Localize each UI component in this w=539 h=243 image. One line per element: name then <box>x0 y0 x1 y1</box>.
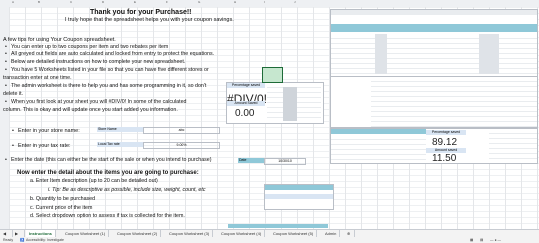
percentage-saved-label: Percentage saved <box>227 83 265 88</box>
preview-greyed-col <box>479 34 499 74</box>
tip-item-continued: delete it. <box>3 91 24 97</box>
worksheet-preview-top <box>330 9 538 77</box>
totals-rows <box>331 135 426 162</box>
summary-list <box>489 129 537 162</box>
tip-item: Below are detailed instructions on how t… <box>5 59 185 65</box>
item-example-row <box>265 194 333 199</box>
store-name-step: Enter in your store name: <box>12 128 80 134</box>
col-letter: B <box>38 0 41 4</box>
tab-coupon-worksheet-1[interactable]: Coupon Worksheet (1) <box>62 230 110 237</box>
preview-col-headers <box>331 24 537 32</box>
tip-item: The admin worksheet is there to help you… <box>5 83 206 89</box>
example-table-greyed-column <box>283 87 297 121</box>
tab-coupon-worksheet-5[interactable]: Coupon Worksheet (5) <box>270 230 318 237</box>
tax-rate-label: Local Tax rate <box>97 142 144 147</box>
date-step: Enter the date (this can either be the s… <box>5 157 212 163</box>
tab-coupon-worksheet-3[interactable]: Coupon Worksheet (3) <box>166 230 214 237</box>
col-letter: A <box>12 0 15 4</box>
items-step: b. Quantity to be purchased <box>30 196 96 202</box>
amount-saved-label: Amount Saved <box>227 101 265 106</box>
add-sheet-icon[interactable]: ⊕ <box>344 230 355 237</box>
date-label: Date <box>238 158 265 163</box>
totals-header <box>331 129 426 134</box>
col-letter: C <box>70 0 73 4</box>
accessibility-status[interactable]: Accessibility: Investigate <box>26 237 64 243</box>
tip-item: You have 5 Worksheets listed in your fil… <box>5 67 209 73</box>
item-example-header <box>265 185 333 190</box>
items-tip: i. Tip: Be as descriptive as possible, i… <box>48 187 206 193</box>
right-percentage-value: 89.12 <box>432 137 458 148</box>
preview-greyed-col <box>375 34 387 74</box>
accessibility-icon[interactable]: ♿ <box>20 237 24 243</box>
status-ready: Ready <box>3 238 14 242</box>
page-title: Thank you for your Purchase!! <box>90 9 192 16</box>
col-letter: D <box>102 0 105 4</box>
tips-intro: A few tips for using Your Coupon spreads… <box>3 37 116 43</box>
tab-coupon-worksheet-2[interactable]: Coupon Worksheet (2) <box>114 230 162 237</box>
tab-coupon-worksheet-4[interactable]: Coupon Worksheet (4) <box>218 230 266 237</box>
preview-rows-mid <box>371 77 537 127</box>
amount-saved-value: 0.00 <box>235 108 255 119</box>
tip-item: All greyed out fields are auto calculate… <box>5 51 214 57</box>
right-amount-value: 11.50 <box>432 153 457 164</box>
tip-item: When you first look at your sheet you wi… <box>5 99 187 105</box>
worksheet-preview-mid <box>330 76 538 128</box>
items-step: d. Select dropdown option to assess if t… <box>30 213 185 219</box>
col-letter: E <box>134 0 137 4</box>
items-step: a. Enter Item description (up to 20 can … <box>30 178 158 184</box>
tip-item-continued: column. This is okay and will update onc… <box>3 107 178 113</box>
preview-rows <box>331 34 537 74</box>
view-layout-icon[interactable]: ▤ <box>480 237 483 243</box>
item-example-table <box>264 184 334 210</box>
tab-admin[interactable]: Admin <box>322 230 341 237</box>
bottom-band <box>228 224 328 228</box>
preview-header <box>331 10 537 15</box>
tip-item: You can enter up to two coupons per item… <box>5 44 168 50</box>
zoom-slider[interactable]: — ● — <box>490 237 501 243</box>
items-heading: Now enter the detail about the items you… <box>17 170 199 176</box>
col-letter: H <box>234 0 237 4</box>
store-name-input[interactable]: abc <box>143 127 220 134</box>
right-percentage-label: Percentage saved <box>426 130 466 135</box>
store-name-label: Store Name <box>97 127 144 132</box>
col-letter: F <box>166 0 168 4</box>
status-bar: Ready ♿ Accessibility: Investigate ▦ ▤ —… <box>0 237 539 243</box>
tip-item-continued: transaction enter at one time. <box>3 75 72 81</box>
selected-cell-highlight[interactable] <box>262 67 283 83</box>
col-letter: G <box>198 0 201 4</box>
tax-rate-input[interactable]: 9.00% <box>143 142 220 149</box>
tab-scroll-right-icon[interactable]: ▶ <box>12 230 25 237</box>
date-input[interactable]: 10/30/10 <box>264 158 306 165</box>
col-letter: J <box>294 0 296 4</box>
page-subtitle: I truly hope that the spreadsheet helps … <box>65 17 234 23</box>
tax-rate-step: Enter in your tax rate: <box>12 143 71 149</box>
view-normal-icon[interactable]: ▦ <box>470 237 473 243</box>
col-letter: I <box>264 0 265 4</box>
items-step: c. Current price of the item <box>30 205 93 211</box>
